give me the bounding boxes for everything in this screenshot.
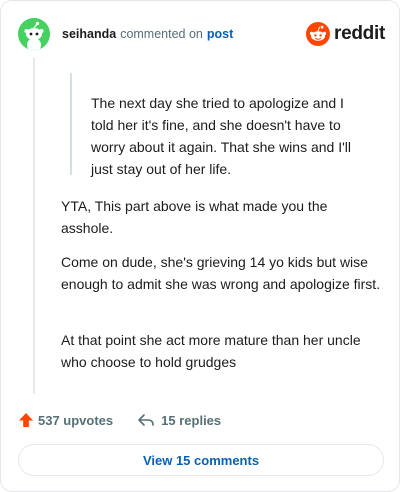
comment-paragraph: Come on dude, she's grieving 14 yo kids … bbox=[61, 254, 381, 292]
block-quote: The next day she tried to apologize and … bbox=[70, 73, 370, 177]
post-link[interactable]: post bbox=[207, 27, 233, 41]
brand-wordmark: reddit bbox=[334, 23, 385, 44]
reddit-snoo-icon bbox=[306, 22, 331, 46]
reddit-logo[interactable]: reddit bbox=[306, 22, 385, 46]
upvote-button[interactable]: 537 upvotes bbox=[18, 412, 113, 428]
username-link[interactable]: seihanda bbox=[62, 27, 116, 41]
comment-header: seihanda commented on post reddit bbox=[18, 18, 385, 50]
action-text: commented on bbox=[120, 27, 203, 41]
thread-line[interactable] bbox=[33, 58, 35, 394]
upvote-count: 537 upvotes bbox=[38, 412, 114, 428]
view-comments-button[interactable]: View 15 comments bbox=[18, 444, 384, 476]
snoo-avatar-icon bbox=[18, 18, 50, 50]
comment-actions: 537 upvotes 15 replies bbox=[18, 409, 221, 431]
comment-paragraph: YTA, This part above is what made you th… bbox=[61, 198, 328, 236]
comment-meta: seihanda commented on post bbox=[62, 27, 233, 41]
comment-card: seihanda commented on post reddit The ne… bbox=[0, 0, 400, 492]
avatar[interactable] bbox=[18, 18, 50, 50]
reply-button[interactable]: 15 replies bbox=[137, 412, 221, 428]
reply-arrow-icon bbox=[138, 414, 154, 426]
upvote-arrow-icon bbox=[19, 413, 33, 427]
reply-count: 15 replies bbox=[161, 412, 222, 428]
comment-paragraph: At that point she act more mature than h… bbox=[61, 332, 361, 370]
